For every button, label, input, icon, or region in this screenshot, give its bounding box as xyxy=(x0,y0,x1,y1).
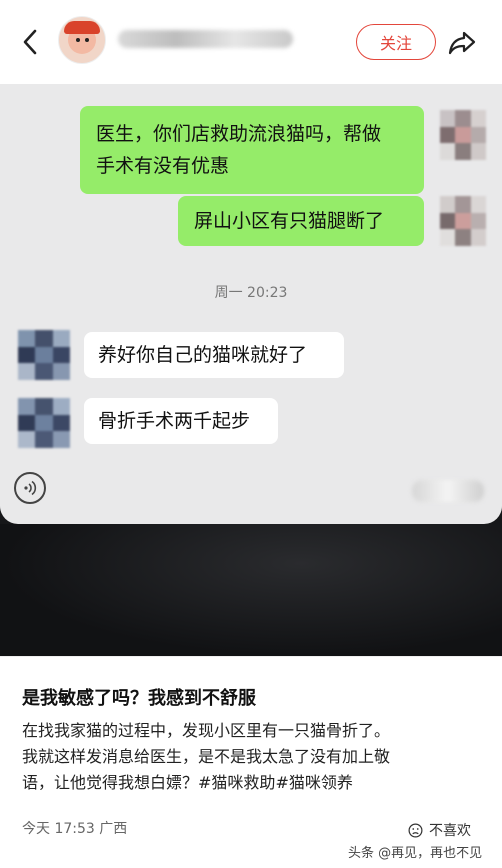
message-text: 屏山小区有只猫腿断了 xyxy=(194,210,385,232)
doctor-avatar-blurred xyxy=(18,330,70,380)
post-body-line: 在找我家猫的过程中，发现小区里有一只猫骨折了。 xyxy=(22,721,391,740)
doctor-avatar-blurred xyxy=(18,398,70,448)
post-meta: 今天 17:53 广西 xyxy=(22,818,127,838)
dislike-face-icon xyxy=(408,823,423,837)
chat-window: 医生，你们店救助流浪猫吗，帮做 手术有没有优惠 屏山小区有只猫腿断了 周一 20… xyxy=(0,84,502,528)
hashtag-link[interactable]: #猫咪领养 xyxy=(275,773,352,792)
chevron-left-icon xyxy=(23,29,37,55)
follow-button[interactable]: 关注 xyxy=(356,24,436,60)
dislike-button[interactable]: 不喜欢 xyxy=(408,820,471,840)
share-button[interactable] xyxy=(446,28,478,58)
voice-button xyxy=(14,472,46,504)
voice-icon xyxy=(24,480,37,496)
hashtag-link[interactable]: #猫咪救助 xyxy=(198,773,275,792)
post-body: 在找我家猫的过程中，发现小区里有一只猫骨折了。 我就这样发消息给医生，是不是我太… xyxy=(22,718,484,796)
chat-bubble-other: 骨折手术两千起步 xyxy=(84,398,278,444)
post-title: 是我敏感了吗？我感到不舒服 xyxy=(22,688,256,709)
chat-input-bar xyxy=(0,462,502,518)
share-icon xyxy=(448,31,476,55)
author-name-blurred[interactable] xyxy=(118,30,293,48)
input-area-blurred xyxy=(412,480,484,502)
chat-screenshot-image[interactable]: 医生，你们店救助流浪猫吗，帮做 手术有没有优惠 屏山小区有只猫腿断了 周一 20… xyxy=(0,84,502,656)
chat-bubble-self: 医生，你们店救助流浪猫吗，帮做 手术有没有优惠 xyxy=(80,106,424,194)
dislike-label: 不喜欢 xyxy=(429,823,471,839)
chat-bubble-self: 屏山小区有只猫腿断了 xyxy=(178,196,424,246)
message-text: 骨折手术两千起步 xyxy=(98,410,251,432)
post-body-line: 语，让他觉得我想白嫖？#猫咪救助#猫咪领养 xyxy=(22,770,484,796)
back-button[interactable] xyxy=(16,28,44,56)
post-body-text: 语，让他觉得我想白嫖？ xyxy=(22,773,199,792)
chat-bubble-other: 养好你自己的猫咪就好了 xyxy=(84,332,344,378)
top-bar: 关注 xyxy=(0,0,502,84)
dark-background xyxy=(0,524,502,656)
message-text: 医生，你们店救助流浪猫吗，帮做 xyxy=(96,123,382,145)
watermark-text: 头条 @再见，再也不见 xyxy=(348,846,483,861)
self-avatar-blurred xyxy=(440,110,486,160)
message-text: 养好你自己的猫咪就好了 xyxy=(98,344,308,366)
author-avatar[interactable] xyxy=(58,16,106,64)
message-text: 手术有没有优惠 xyxy=(96,155,230,177)
divider xyxy=(0,656,502,657)
chat-timestamp: 周一 20:23 xyxy=(214,285,288,301)
post-body-line: 我就这样发消息给医生，是不是我太急了没有加上敬 xyxy=(22,747,391,766)
post-time: 今天 17:53 xyxy=(22,821,95,837)
post-location: 广西 xyxy=(99,821,128,837)
self-avatar-blurred xyxy=(440,196,486,246)
